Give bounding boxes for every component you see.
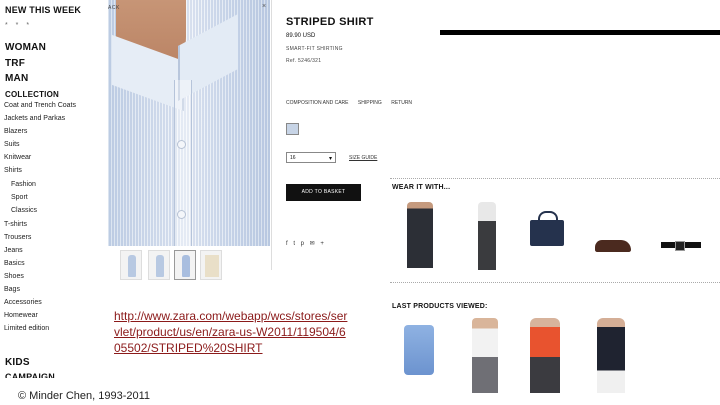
nav-campaign[interactable]: CAMPAIGN	[5, 372, 55, 378]
recommended-trousers[interactable]	[478, 202, 496, 270]
nav-item-jeans[interactable]: Jeans	[4, 247, 23, 254]
thumbnail-3[interactable]	[174, 250, 196, 280]
last-viewed-tshirt[interactable]	[472, 318, 498, 393]
thumbnail-figure	[128, 255, 136, 277]
nav-item-bags[interactable]: Bags	[4, 286, 20, 293]
nav-item-shirts[interactable]: Shirts	[4, 167, 22, 174]
tab-composition[interactable]: COMPOSITION AND CARE	[286, 100, 349, 106]
thumbnail-figure	[156, 255, 164, 277]
last-viewed-shirt[interactable]	[404, 325, 434, 375]
add-to-basket-button[interactable]: ADD TO BASKET	[286, 184, 361, 201]
nav-item-accessories[interactable]: Accessories	[4, 299, 42, 306]
nav-subitem-fashion[interactable]: Fashion	[11, 181, 36, 188]
section-divider	[390, 178, 720, 179]
page-url[interactable]: http://www.zara.com/webapp/wcs/stores/se…	[114, 308, 350, 356]
thumbnail-fabric	[205, 255, 219, 277]
nav-item-tshirts[interactable]: T-shirts	[4, 221, 27, 228]
nav-item-blazers[interactable]: Blazers	[4, 128, 27, 135]
nav-subitem-sport[interactable]: Sport	[11, 194, 28, 201]
thumbnail-2[interactable]	[148, 250, 170, 280]
nav-item-limited-edition[interactable]: Limited edition	[4, 325, 49, 332]
product-photo[interactable]	[108, 0, 270, 246]
size-value: 16	[290, 155, 296, 161]
product-title: STRIPED SHIRT	[286, 16, 374, 28]
product-category: SMART-FIT SHIRTING	[286, 46, 343, 52]
nav-item-suits[interactable]: Suits	[4, 141, 20, 148]
last-viewed-coat[interactable]	[597, 318, 625, 393]
close-icon[interactable]: ×	[262, 3, 266, 10]
tab-shipping[interactable]: SHIPPING	[358, 100, 382, 106]
color-swatch[interactable]	[286, 123, 299, 135]
nav-trf[interactable]: TRF	[5, 58, 25, 69]
tab-return[interactable]: RETURN	[391, 100, 412, 106]
nav-subitem-classics[interactable]: Classics	[11, 207, 37, 214]
back-link[interactable]: ACK	[108, 5, 120, 11]
nav-new-this-week[interactable]: NEW THIS WEEK	[5, 5, 81, 15]
size-guide-link[interactable]: SIZE GUIDE	[349, 155, 377, 161]
product-info-tabs: COMPOSITION AND CARE SHIPPING RETURN	[286, 100, 420, 106]
nav-item-coats[interactable]: Coat and Trench Coats	[4, 102, 76, 109]
thumbnail-1[interactable]	[120, 250, 142, 280]
nav-collection[interactable]: COLLECTION	[5, 90, 59, 99]
recommended-bag[interactable]	[530, 211, 564, 246]
shirt-placket	[174, 80, 192, 246]
nav-item-shoes[interactable]: Shoes	[4, 273, 24, 280]
chevron-down-icon: ▾	[328, 156, 332, 162]
nav-stars: * * *	[5, 22, 33, 29]
nav-kids[interactable]: KIDS	[5, 357, 30, 368]
share-icons[interactable]: f t p ✉ +	[286, 240, 326, 247]
nav-item-trousers[interactable]: Trousers	[4, 234, 31, 241]
last-viewed-top[interactable]	[530, 318, 560, 393]
header-bar	[440, 30, 720, 35]
recommended-belt[interactable]	[661, 241, 701, 251]
nav-item-homewear[interactable]: Homewear	[4, 312, 38, 319]
column-divider	[271, 0, 272, 270]
nav-item-basics[interactable]: Basics	[4, 260, 25, 267]
last-viewed-heading: LAST PRODUCTS VIEWED:	[392, 303, 488, 310]
nav-item-knitwear[interactable]: Knitwear	[4, 154, 31, 161]
wear-it-with-heading: WEAR IT WITH...	[392, 184, 451, 191]
nav-man[interactable]: MAN	[5, 73, 28, 84]
section-divider	[390, 282, 720, 283]
recommended-shoes[interactable]	[595, 240, 631, 252]
size-select[interactable]: 16 ▾	[286, 152, 336, 163]
left-navigation: NEW THIS WEEK * * * WOMAN TRF MAN COLLEC…	[0, 0, 96, 405]
recommended-suit[interactable]	[407, 202, 433, 268]
product-ref: Ref. 5246/321	[286, 58, 322, 64]
shirt-button	[177, 210, 186, 219]
thumbnail-figure	[182, 255, 190, 277]
nav-item-jackets[interactable]: Jackets and Parkas	[4, 115, 65, 122]
nav-woman[interactable]: WOMAN	[5, 42, 46, 53]
thumbnail-4[interactable]	[200, 250, 222, 280]
shirt-button	[177, 140, 186, 149]
product-price: 89.90 USD	[286, 33, 316, 39]
copyright: © Minder Chen, 1993-2011	[18, 390, 151, 402]
